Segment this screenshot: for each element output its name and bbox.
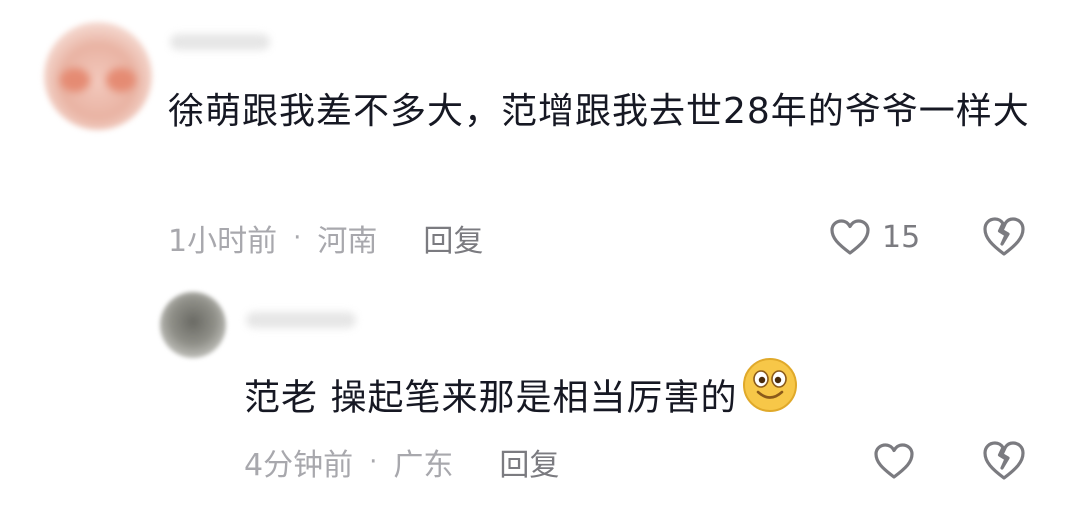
commenter-name-blurred[interactable] (170, 34, 270, 50)
comment-text: 徐萌跟我差不多大，范增跟我去世28年的爷爷一样大 (168, 91, 1030, 132)
replier-avatar[interactable] (160, 292, 226, 358)
dislike-button[interactable] (980, 438, 1028, 486)
heart-outline-icon (830, 219, 870, 255)
reply-location: 广东 (393, 448, 454, 483)
like-button[interactable] (872, 438, 916, 484)
broken-heart-icon (983, 441, 1025, 480)
meta-separator: · (369, 447, 378, 477)
reply-button[interactable]: 回复 (423, 216, 483, 260)
reply-text-content: 范老 操起笔来那是相当厉害的 (244, 377, 738, 419)
reply-button[interactable]: 回复 (499, 440, 559, 484)
meta-separator: · (293, 223, 302, 253)
like-button[interactable]: 15 (828, 214, 920, 260)
smiling-face-emoji-icon (741, 356, 799, 435)
comment-meta: 1小时前 · 河南 回复 (168, 216, 483, 260)
comment-time: 1小时前 (168, 224, 278, 259)
broken-heart-icon (983, 217, 1025, 256)
heart-outline-icon (874, 443, 914, 479)
comment-location: 河南 (317, 224, 378, 259)
reply-text: 范老 操起笔来那是相当厉害的 (244, 358, 1044, 435)
commenter-avatar[interactable] (44, 22, 152, 130)
replier-name-blurred[interactable] (246, 312, 356, 328)
dislike-button[interactable] (980, 214, 1028, 262)
reply-time: 4分钟前 (244, 448, 354, 483)
like-count: 15 (882, 219, 921, 255)
reply-meta: 4分钟前 · 广东 回复 (244, 440, 559, 484)
